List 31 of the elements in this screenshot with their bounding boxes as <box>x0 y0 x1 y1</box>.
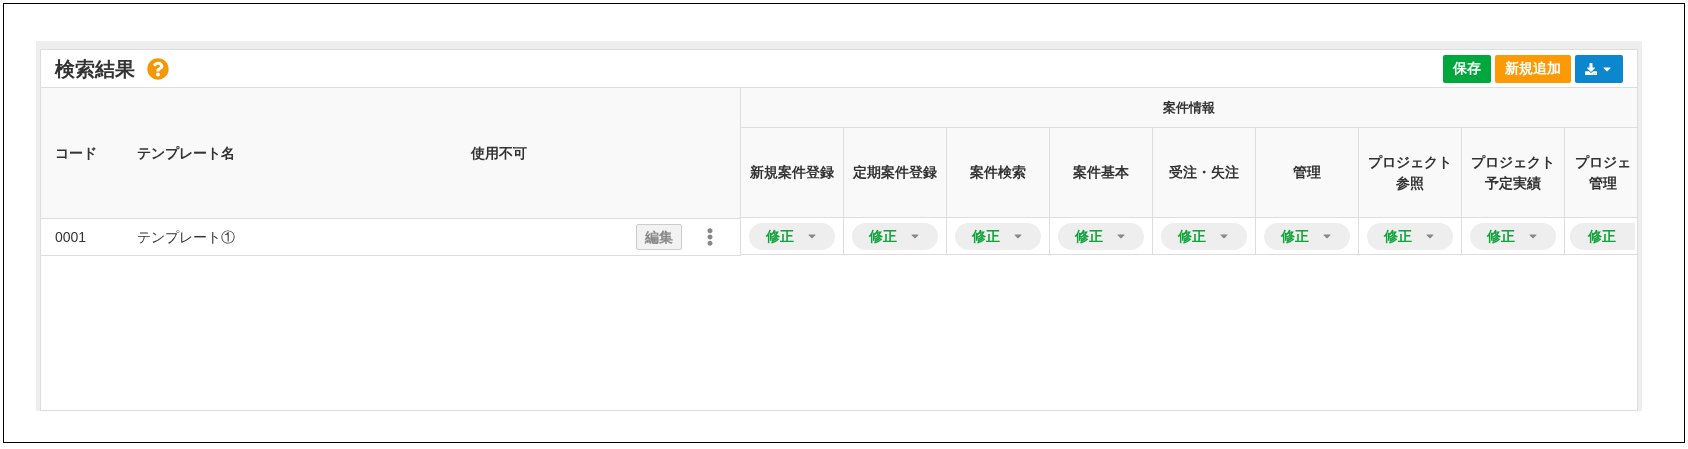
column-header: プロジェ 管理 <box>1573 152 1632 193</box>
column-header: 使用不可 <box>470 143 528 163</box>
permission-select[interactable]: 修正 <box>955 222 1041 250</box>
column-header: テンプレート名 <box>136 143 236 163</box>
column-header: 受注・失注 <box>1153 128 1256 217</box>
download-icon <box>1585 62 1597 75</box>
column-header: 定期案件登録 <box>844 128 947 217</box>
table-cell-text: 0001 <box>54 227 88 247</box>
column-header: 案件基本 <box>1050 128 1153 217</box>
permission-select[interactable]: 修正 <box>749 222 835 250</box>
permission-select[interactable]: 修正 <box>1264 222 1350 250</box>
permission-select[interactable]: 修正 <box>1161 222 1247 250</box>
column-header: コード <box>54 143 98 163</box>
group-header: 案件情報 <box>1163 98 1215 117</box>
column-header: 案件検索 <box>947 128 1050 217</box>
panel-title: 検索結果 <box>55 56 135 82</box>
permission-select[interactable]: 修正 <box>852 222 938 250</box>
column-header: プロジェクト 予定実績 <box>1462 128 1565 217</box>
permission-select[interactable]: 修正 <box>1058 222 1144 250</box>
column-header: プロジェクト 参照 <box>1359 128 1462 217</box>
edit-button[interactable]: 編集 <box>636 224 682 250</box>
download-button[interactable] <box>1575 54 1623 83</box>
column-header: 新規案件登録 <box>741 128 844 217</box>
column-header: 管理 <box>1256 128 1359 217</box>
table-cell-text: テンプレート① <box>136 227 236 247</box>
permission-select[interactable]: 修正 <box>1470 222 1556 250</box>
permission-select[interactable]: 修正 <box>1367 222 1453 250</box>
add-button[interactable]: 新規追加 <box>1495 54 1571 83</box>
save-button[interactable]: 保存 <box>1443 54 1491 83</box>
permission-select[interactable]: 修正 <box>1570 222 1635 250</box>
help-icon[interactable] <box>147 57 169 80</box>
